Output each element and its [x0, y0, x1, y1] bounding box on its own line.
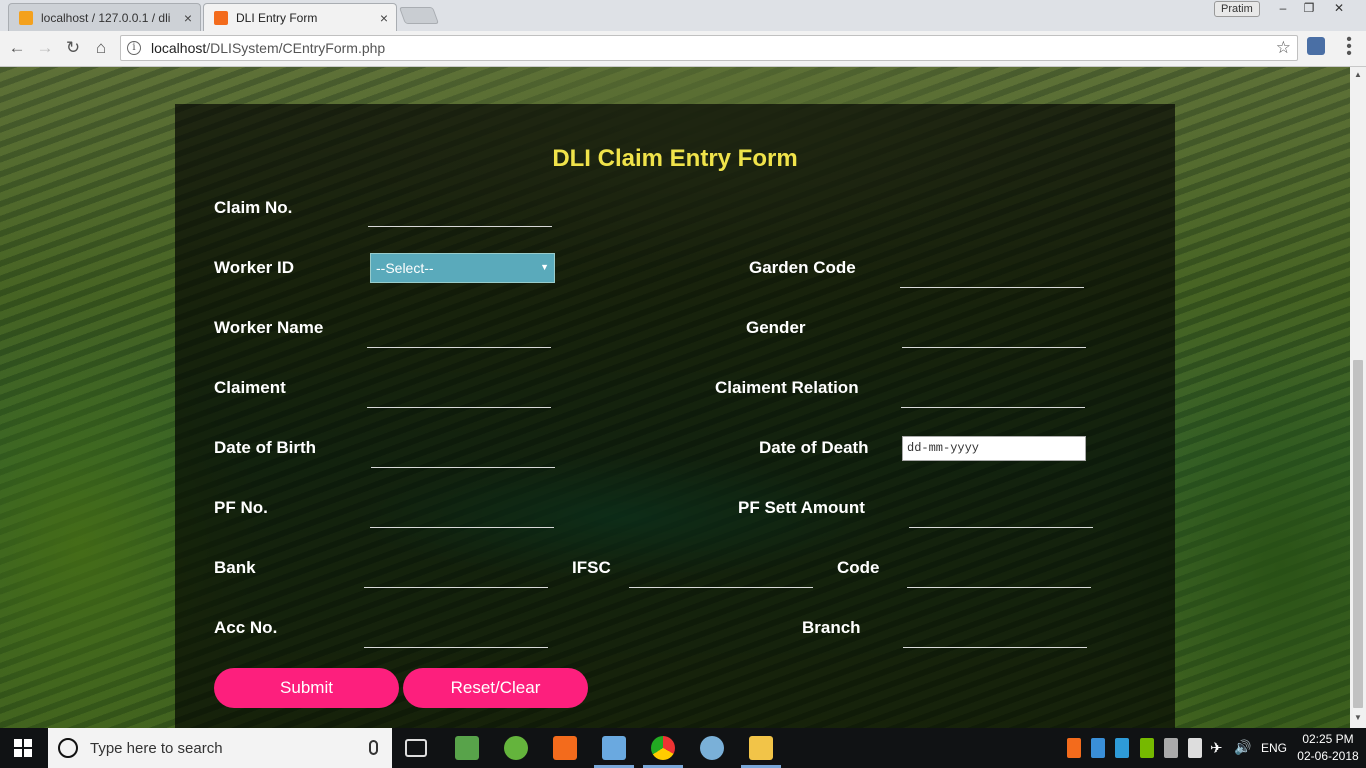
minimize-icon[interactable]: – — [1270, 0, 1296, 18]
browser-tab-strip: localhost / 127.0.0.1 / dli × DLI Entry … — [0, 0, 1366, 31]
forward-icon[interactable]: → — [34, 37, 56, 59]
claim-form-panel: DLI Claim Entry Form Claim No. Worker ID… — [175, 104, 1175, 728]
profile-button[interactable]: Pratim — [1214, 1, 1260, 17]
tab-phpmyadmin[interactable]: localhost / 127.0.0.1 / dli × — [8, 3, 201, 31]
evernote-icon[interactable] — [455, 736, 479, 760]
paint-icon[interactable] — [700, 736, 724, 760]
bank-input[interactable] — [364, 564, 548, 588]
virtualbox-icon[interactable] — [602, 736, 626, 760]
address-bar[interactable]: i localhost/DLISystem/CEntryForm.php ☆ — [120, 35, 1298, 61]
code-input[interactable] — [907, 564, 1091, 588]
code-label: Code — [837, 558, 880, 577]
network-monitor-tray-icon[interactable] — [1115, 738, 1129, 758]
browser-menu-icon[interactable]: • • • — [1344, 32, 1354, 62]
close-tab-icon[interactable]: × — [380, 10, 388, 26]
new-tab-button[interactable] — [398, 7, 440, 24]
reload-icon[interactable]: ↻ — [62, 37, 84, 59]
network-icon[interactable]: ✈ — [1210, 739, 1223, 757]
close-tab-icon[interactable]: × — [184, 10, 192, 26]
language-indicator[interactable]: ENG — [1261, 741, 1287, 755]
bookmark-star-icon[interactable]: ☆ — [1276, 38, 1291, 58]
xampp-tray-icon[interactable] — [1067, 738, 1081, 758]
home-icon[interactable]: ⌂ — [90, 37, 112, 59]
garden-code-label: Garden Code — [749, 258, 856, 277]
scroll-down-icon[interactable]: ▼ — [1354, 713, 1362, 722]
windows-taskbar: Type here to search ✈ 🔊 ENG 02:25 PM 02-… — [0, 728, 1366, 768]
pf-sett-amount-input[interactable] — [909, 504, 1093, 528]
tab-title: DLI Entry Form — [236, 10, 318, 25]
volume-icon[interactable]: 🔊 — [1234, 739, 1251, 756]
worker-id-selected-value: --Select-- — [376, 260, 434, 276]
pf-sett-amount-label: PF Sett Amount — [738, 498, 865, 517]
taskbar-clock[interactable]: 02:25 PM 02-06-2018 — [1296, 731, 1360, 765]
windows-start-icon[interactable] — [14, 739, 32, 757]
taskbar-search-placeholder: Type here to search — [90, 739, 223, 757]
url-path: /DLISystem/CEntryForm.php — [206, 40, 386, 56]
close-window-icon[interactable]: ✕ — [1326, 0, 1352, 18]
onedrive-tray-icon[interactable] — [1091, 738, 1105, 758]
garden-code-input[interactable] — [900, 264, 1084, 288]
acc-no-input[interactable] — [364, 624, 548, 648]
xampp-taskbar-icon[interactable] — [553, 736, 577, 760]
bank-label: Bank — [214, 558, 256, 577]
scrollbar-thumb[interactable] — [1353, 360, 1363, 708]
tab-dli-entry-form[interactable]: DLI Entry Form × — [203, 3, 397, 31]
cortana-icon — [58, 738, 78, 758]
claiment-label: Claiment — [214, 378, 286, 397]
security-tray-icon[interactable] — [1188, 738, 1202, 758]
dropdown-arrow-icon: ▼ — [540, 262, 549, 272]
claiment-input[interactable] — [367, 384, 551, 408]
extension-icon[interactable] — [1307, 37, 1325, 55]
gender-label: Gender — [746, 318, 806, 337]
claiment-relation-input[interactable] — [901, 384, 1085, 408]
xampp-icon — [214, 10, 228, 25]
ifsc-label: IFSC — [572, 558, 611, 577]
submit-button[interactable]: Submit — [214, 668, 399, 708]
form-title: DLI Claim Entry Form — [552, 145, 798, 172]
taskbar-search-box[interactable]: Type here to search — [48, 728, 392, 768]
restore-icon[interactable]: ❐ — [1296, 0, 1322, 18]
date-of-death-input[interactable]: dd-mm-yyyy — [902, 436, 1086, 461]
page-viewport: DLI Claim Entry Form Claim No. Worker ID… — [0, 67, 1350, 728]
date-of-birth-input[interactable] — [371, 444, 555, 468]
worker-id-label: Worker ID — [214, 258, 294, 277]
acc-no-label: Acc No. — [214, 618, 278, 637]
claim-no-label: Claim No. — [214, 198, 293, 217]
clock-time: 02:25 PM — [1302, 732, 1354, 746]
microphone-icon[interactable] — [369, 740, 378, 755]
worker-name-input[interactable] — [367, 324, 551, 348]
date-of-death-label: Date of Death — [759, 438, 869, 457]
url-host: localhost — [151, 40, 207, 56]
page-scrollbar[interactable]: ▲ ▼ — [1350, 67, 1366, 728]
worker-id-select[interactable]: --Select-- ▼ — [370, 253, 555, 283]
keyboard-tray-icon[interactable] — [1164, 738, 1178, 758]
scroll-up-icon[interactable]: ▲ — [1354, 70, 1362, 79]
back-icon[interactable]: ← — [6, 37, 28, 59]
task-view-icon[interactable] — [405, 739, 427, 757]
claiment-relation-label: Claiment Relation — [715, 378, 859, 397]
gender-input[interactable] — [902, 324, 1086, 348]
tab-title: localhost / 127.0.0.1 / dli — [41, 10, 171, 25]
pf-no-input[interactable] — [370, 504, 554, 528]
nvidia-tray-icon[interactable] — [1140, 738, 1154, 758]
worker-name-label: Worker Name — [214, 318, 324, 337]
branch-label: Branch — [802, 618, 861, 637]
file-explorer-icon[interactable] — [749, 736, 773, 760]
reset-clear-button[interactable]: Reset/Clear — [403, 668, 588, 708]
chrome-icon[interactable] — [651, 736, 675, 760]
date-of-birth-label: Date of Birth — [214, 438, 316, 457]
utorrent-icon[interactable] — [504, 736, 528, 760]
clock-date: 02-06-2018 — [1297, 749, 1359, 763]
site-info-icon[interactable]: i — [127, 41, 141, 55]
ifsc-input[interactable] — [629, 564, 813, 588]
branch-input[interactable] — [903, 624, 1087, 648]
pf-no-label: PF No. — [214, 498, 268, 517]
phpmyadmin-icon — [19, 10, 33, 25]
claim-no-input[interactable] — [368, 203, 552, 227]
browser-toolbar: ← → ↻ ⌂ i localhost/DLISystem/CEntryForm… — [0, 31, 1366, 67]
